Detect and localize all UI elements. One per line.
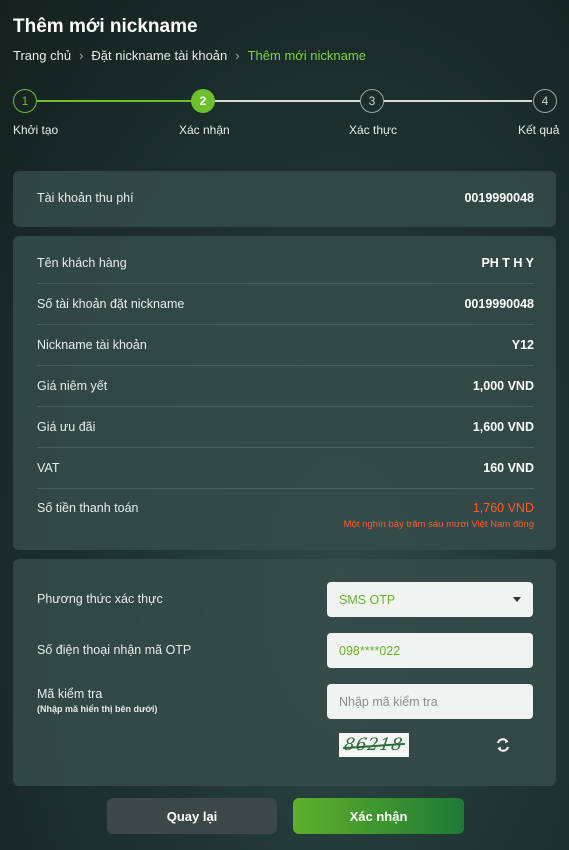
progress-stepper: 1 2 3 4 Khởi tạo Xác nhận Xác thực Kết q…: [0, 89, 569, 139]
step-connector-done: [37, 100, 192, 102]
customer-name-label: Tên khách hàng: [37, 256, 127, 270]
auth-method-label: Phương thức xác thực: [37, 592, 163, 606]
account-number-label: Số tài khoản đặt nickname: [37, 297, 185, 311]
vat-value: 160 VND: [483, 461, 534, 475]
account-number-value: 0019990048: [464, 297, 534, 311]
discount-price-value: 1,600 VND: [472, 420, 534, 434]
verification-card: Phương thức xác thực SMS OTP Số điện tho…: [13, 559, 556, 786]
step-2-circle: 2: [191, 89, 215, 113]
refresh-captcha-icon[interactable]: [493, 735, 513, 755]
detail-row: VAT 160 VND: [37, 461, 534, 475]
confirm-button[interactable]: Xác nhận: [293, 798, 464, 834]
nickname-label: Nickname tài khoản: [37, 338, 147, 352]
step-3-circle: 3: [360, 89, 384, 113]
chevron-right-icon: ›: [235, 48, 240, 63]
divider: [37, 488, 534, 489]
divider: [37, 324, 534, 325]
list-price-value: 1,000 VND: [472, 379, 534, 393]
divider: [37, 283, 534, 284]
chevron-right-icon: ›: [79, 48, 84, 63]
captcha-input[interactable]: [339, 694, 533, 709]
discount-price-label: Giá ưu đãi: [37, 420, 96, 434]
payment-amount-in-words: Một nghìn bảy trăm sáu mươi Việt Nam đồn…: [343, 519, 534, 530]
captcha-image: 86218: [339, 733, 409, 757]
breadcrumb-nickname-settings[interactable]: Đặt nickname tài khoản: [91, 48, 227, 63]
divider: [37, 447, 534, 448]
details-card: Tên khách hàng PH T H Y Số tài khoản đặt…: [13, 236, 556, 550]
step-2-label: Xác nhận: [179, 123, 230, 137]
step-connector: [215, 100, 360, 102]
captcha-label: Mã kiểm tra: [37, 687, 103, 701]
vat-label: VAT: [37, 461, 60, 475]
step-1-label: Khởi tạo: [13, 123, 59, 137]
payment-total-label: Số tiền thanh toán: [37, 501, 139, 515]
detail-row: Tên khách hàng PH T H Y: [37, 256, 534, 270]
page-title: Thêm mới nickname: [13, 16, 198, 37]
detail-row: Nickname tài khoản Y12: [37, 338, 534, 352]
chevron-down-icon: [513, 597, 521, 602]
fee-account-card: Tài khoản thu phí 0019990048: [13, 171, 556, 227]
auth-method-value: SMS OTP: [339, 592, 396, 607]
step-3-label: Xác thực: [349, 123, 398, 137]
back-button[interactable]: Quay lại: [107, 798, 277, 834]
detail-row: Giá ưu đãi 1,600 VND: [37, 420, 534, 434]
step-1-circle: 1: [13, 89, 37, 113]
customer-name-value: PH T H Y: [481, 256, 534, 270]
fee-account-label: Tài khoản thu phí: [37, 191, 134, 205]
breadcrumb-home[interactable]: Trang chủ: [13, 48, 71, 63]
step-4-label: Kết quả: [518, 123, 560, 137]
breadcrumb: Trang chủ › Đặt nickname tài khoản › Thê…: [13, 48, 366, 63]
fee-account-value: 0019990048: [464, 191, 534, 205]
otp-phone-label: Số điện thoại nhận mã OTP: [37, 643, 192, 657]
step-4-circle: 4: [533, 89, 557, 113]
fee-account-row: Tài khoản thu phí 0019990048: [37, 191, 534, 205]
breadcrumb-current: Thêm mới nickname: [247, 48, 366, 63]
detail-row: Giá niêm yết 1,000 VND: [37, 379, 534, 393]
list-price-label: Giá niêm yết: [37, 379, 108, 393]
otp-phone-value: 098****022: [339, 643, 401, 658]
payment-row: Số tiền thanh toán 1,760 VND: [37, 501, 534, 515]
auth-method-select[interactable]: SMS OTP: [327, 582, 533, 617]
captcha-field[interactable]: [327, 684, 533, 719]
divider: [37, 365, 534, 366]
step-connector: [384, 100, 532, 102]
captcha-hint: (Nhập mã hiển thị bên dưới): [37, 704, 158, 714]
detail-row: Số tài khoản đặt nickname 0019990048: [37, 297, 534, 311]
nickname-value: Y12: [511, 338, 534, 352]
divider: [37, 406, 534, 407]
otp-phone-field: 098****022: [327, 633, 533, 668]
payment-total-value: 1,760 VND: [472, 501, 534, 515]
